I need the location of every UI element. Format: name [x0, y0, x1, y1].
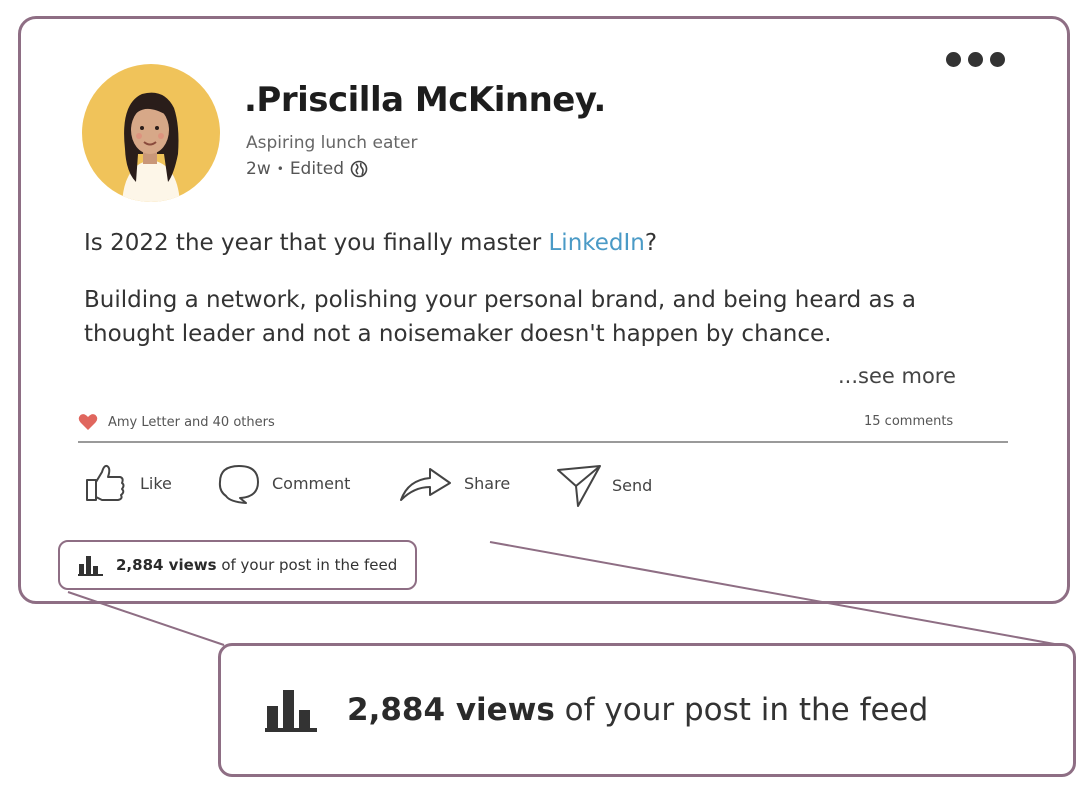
send-button[interactable]: Send — [556, 462, 652, 508]
share-arrow-icon — [400, 468, 451, 501]
like-button[interactable]: Like — [84, 462, 172, 504]
comment-button[interactable]: Comment — [216, 462, 350, 504]
post-headline-text: Is 2022 the year that you finally master — [84, 230, 549, 256]
bar-chart-icon — [78, 556, 103, 576]
bar-chart-icon — [265, 690, 317, 732]
send-label: Send — [612, 475, 653, 495]
reactions-summary[interactable]: Amy Letter and 40 others — [78, 413, 275, 431]
divider — [78, 441, 1008, 443]
post-headline-end: ? — [644, 230, 658, 256]
views-suffix: of your post in the feed — [216, 556, 398, 574]
globe-icon — [350, 160, 368, 178]
views-zoom-callout: 2,884 views of your post in the feed — [218, 643, 1076, 777]
post-headline: Is 2022 the year that you finally master… — [84, 230, 657, 256]
comment-label: Comment — [272, 473, 351, 493]
post-meta: 2w • Edited — [246, 159, 368, 179]
thumbs-up-icon — [86, 464, 125, 501]
send-plane-icon — [557, 465, 601, 507]
share-label: Share — [464, 473, 511, 493]
author-tagline: Aspiring lunch eater — [246, 133, 418, 153]
share-button[interactable]: Share — [398, 462, 510, 504]
zoom-views-count: 2,884 views — [347, 692, 555, 728]
heart-icon — [78, 414, 98, 430]
author-name[interactable]: .Priscilla McKinney. — [244, 80, 606, 120]
zoom-views-text: 2,884 views of your post in the feed — [347, 692, 928, 728]
see-more-link[interactable]: ...see more — [838, 364, 956, 388]
post-views-summary[interactable]: 2,884 views of your post in the feed — [58, 540, 418, 590]
linkedin-link[interactable]: LinkedIn — [548, 230, 644, 256]
reactions-text: Amy Letter and 40 others — [108, 414, 275, 430]
zoom-views-suffix: of your post in the feed — [554, 692, 929, 728]
post-age: 2w — [246, 159, 271, 179]
edited-label: Edited — [289, 159, 344, 179]
more-options-icon[interactable] — [946, 52, 1005, 67]
comments-count[interactable]: 15 comments — [864, 414, 953, 429]
post-body: Building a network, polishing your perso… — [84, 287, 917, 347]
like-label: Like — [140, 473, 172, 493]
meta-separator: • — [276, 162, 284, 176]
views-count: 2,884 views — [116, 556, 217, 574]
comment-bubble-icon — [218, 465, 259, 504]
views-text: 2,884 views of your post in the feed — [116, 556, 397, 574]
avatar[interactable] — [82, 64, 220, 202]
